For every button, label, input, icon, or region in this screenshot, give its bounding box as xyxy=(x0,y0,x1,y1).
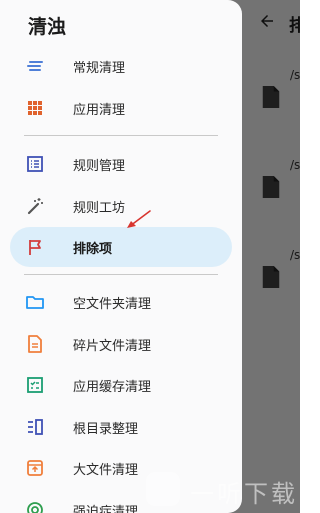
nav-item-label: 空文件夹清理 xyxy=(73,297,152,312)
nav-item-app-clean[interactable]: 应用清理 xyxy=(10,88,232,128)
grid-icon xyxy=(28,101,42,115)
nav-item-label: 应用缓存清理 xyxy=(73,380,152,395)
nav-item-fragment-file-clean[interactable]: 碎片文件清理 xyxy=(10,324,232,364)
large-file-icon xyxy=(27,460,43,476)
annotation-arrow-icon xyxy=(127,210,151,228)
divider xyxy=(24,135,218,136)
root-organize-icon xyxy=(28,419,43,435)
flag-icon xyxy=(29,240,41,255)
nav-item-label: 碎片文件清理 xyxy=(73,339,152,354)
nav-item-label: 常规清理 xyxy=(73,61,126,76)
nav-item-rule-management[interactable]: 规则管理 xyxy=(10,144,232,184)
nav-item-label: 根目录整理 xyxy=(73,422,139,437)
drawer-title: 清浊 xyxy=(28,16,67,38)
nav-item-general-clean[interactable]: 常规清理 xyxy=(10,46,232,86)
nav-item-label: 规则管理 xyxy=(73,159,126,174)
watermark-text: 一听下载 xyxy=(190,480,298,508)
magic-wand-icon xyxy=(27,198,43,215)
nav-item-label: 应用清理 xyxy=(73,103,126,118)
ocd-icon xyxy=(27,502,43,513)
list-icon xyxy=(27,156,43,172)
nav-item-empty-folder-clean[interactable]: 空文件夹清理 xyxy=(10,282,232,322)
nav-item-app-cache-clean[interactable]: 应用缓存清理 xyxy=(10,365,232,405)
navigation-drawer: 清浊 常规清理 应用清理 规则管理 规则工坊 排除项 空文件夹清理 碎片文件清理… xyxy=(0,0,242,513)
nav-item-label: 强迫症清理 xyxy=(73,505,139,513)
divider xyxy=(24,274,218,275)
nav-item-label: 排除项 xyxy=(73,242,113,257)
lines-icon xyxy=(27,61,43,71)
folder-icon xyxy=(26,296,44,309)
cache-check-icon xyxy=(27,377,43,393)
nav-item-label: 大文件清理 xyxy=(73,463,139,478)
document-icon xyxy=(28,335,42,353)
nav-item-root-organize[interactable]: 根目录整理 xyxy=(10,407,232,447)
